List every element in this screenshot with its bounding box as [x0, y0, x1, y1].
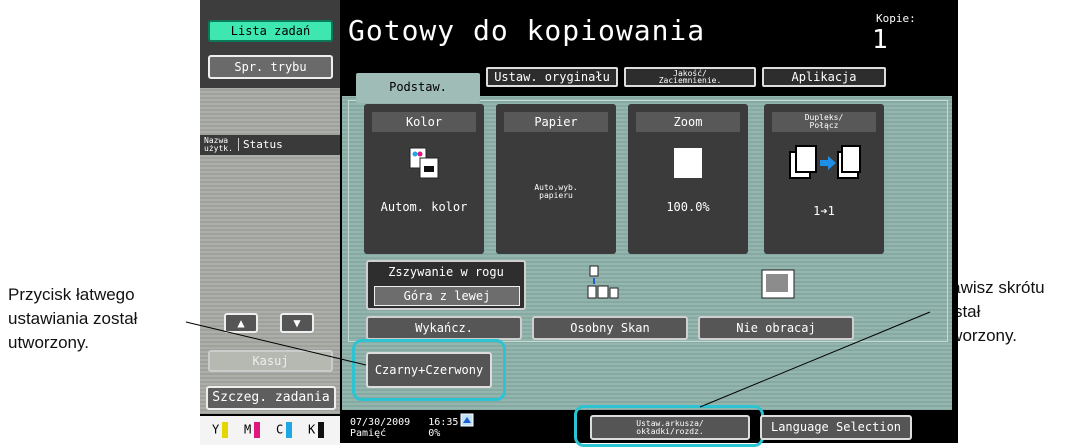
duplex-label: Dupleks/ Połącz [772, 112, 876, 132]
toner-black: K [308, 422, 325, 438]
page-title: Gotowy do kopiowania [348, 14, 706, 47]
finisher-button[interactable]: Wykańcz. [366, 316, 522, 340]
date-value: 07/30/2009 [350, 417, 411, 428]
date-memory-status: 07/30/2009 16:35 Pamięć 0% [350, 417, 458, 439]
staple-title: Zszywanie w rogu [388, 265, 504, 279]
color-label: Kolor [372, 112, 476, 132]
zoom-value: 100.0% [666, 200, 710, 214]
tab-application[interactable]: Aplikacja [762, 67, 886, 87]
paper-function[interactable]: Papier Auto.wyb. papieru [496, 104, 616, 254]
zoom-page-icon [674, 148, 702, 178]
no-rotate-icon [761, 269, 795, 299]
copies-count: 1 [872, 25, 888, 55]
mode-check-button[interactable]: Spr. trybu [208, 55, 333, 79]
tab-original-settings[interactable]: Ustaw. oryginału [486, 67, 618, 87]
memory-value: 0% [428, 428, 441, 439]
scroll-down-button[interactable]: ▼ [280, 313, 314, 333]
paper-label: Papier [504, 112, 608, 132]
color-value: Autom. kolor [380, 200, 468, 214]
tab-basic[interactable]: Podstaw. [356, 73, 480, 103]
zoom-label: Zoom [636, 112, 740, 132]
arrow-up-icon: ▲ [237, 316, 245, 330]
arrow-down-icon: ▼ [293, 316, 301, 330]
easy-setting-button[interactable]: Czarny+Czerwony [366, 352, 492, 388]
duplex-icon [789, 145, 861, 179]
staple-value: Góra z lewej [374, 286, 520, 306]
network-status-icon [460, 413, 474, 427]
paper-value: Auto.wyb. papieru [534, 183, 578, 200]
toner-cyan: C [276, 422, 293, 438]
zoom-function[interactable]: Zoom 100.0% [628, 104, 748, 254]
job-details-button[interactable]: Szczeg. zadania [206, 386, 336, 410]
color-doc-icon [409, 147, 439, 179]
corner-staple-setting[interactable]: Zszywanie w rogu Góra z lewej [366, 260, 526, 310]
cover-sheet-shortcut-button[interactable]: Ustaw.arkusza/ okładki/rozdz. [590, 415, 750, 440]
language-selection-button[interactable]: Language Selection [760, 415, 912, 440]
jobs-list-button[interactable]: Lista zadań [208, 20, 333, 42]
tab-quality-density[interactable]: Jakość/ Zaciemnienie. [624, 67, 756, 87]
memory-label: Pamięć [350, 428, 387, 439]
duplex-combine-function[interactable]: Dupleks/ Połącz 1➔1 [764, 104, 884, 254]
scroll-up-button[interactable]: ▲ [224, 313, 258, 333]
no-rotate-button[interactable]: Nie obracaj [698, 316, 854, 340]
user-name-label: Nazwa użytk. [204, 136, 233, 153]
separate-scan-icon [587, 265, 619, 299]
toner-magenta: M [244, 422, 261, 438]
user-status-header: Nazwa użytk. Status [200, 135, 340, 155]
status-label: Status [238, 138, 283, 151]
delete-button[interactable]: Kasuj [208, 350, 333, 372]
toner-levels: Y M C K [200, 414, 340, 445]
callout-line: ustawiania został [8, 309, 138, 328]
toner-yellow: Y [212, 422, 229, 438]
callout-line: utworzony. [8, 333, 89, 352]
copies-label: Kopie: [876, 12, 916, 25]
separate-scan-button[interactable]: Osobny Skan [532, 316, 688, 340]
color-function[interactable]: Kolor Autom. kolor [364, 104, 484, 254]
callout-easy-setting: Przycisk łatwego ustawiania został utwor… [8, 283, 198, 355]
callout-line: Przycisk łatwego [8, 285, 135, 304]
duplex-value: 1➔1 [813, 204, 835, 218]
time-value: 16:35 [428, 417, 459, 428]
